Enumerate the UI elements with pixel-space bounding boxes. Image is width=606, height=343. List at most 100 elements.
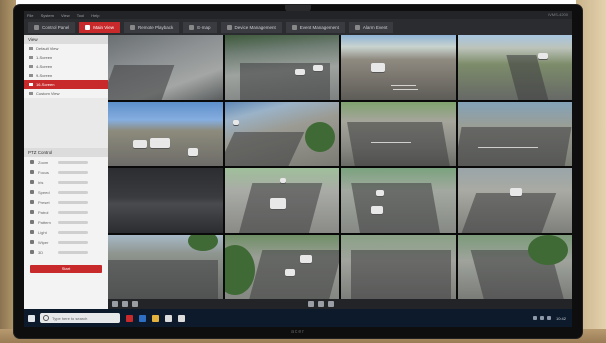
ivms-taskbar-icon[interactable] xyxy=(126,314,133,322)
title-bar: File System View Tool Help iVMS-4200 xyxy=(24,11,572,19)
camera-tile-4[interactable] xyxy=(457,35,572,100)
iris-icon xyxy=(30,180,34,184)
menu-tool[interactable]: Tool xyxy=(77,13,84,18)
mail-icon[interactable] xyxy=(178,314,185,322)
event-icon xyxy=(291,24,297,30)
ptz-row[interactable]: Iris xyxy=(24,177,108,187)
menu-system[interactable]: System xyxy=(41,13,54,18)
ptz-slider[interactable] xyxy=(58,200,88,204)
view-toolbar xyxy=(108,299,572,309)
control-panel-icon xyxy=(34,24,39,30)
camera-grid xyxy=(108,35,572,299)
camera-tile-11[interactable] xyxy=(341,168,456,233)
ptz-slider[interactable] xyxy=(58,190,88,194)
browser-icon[interactable] xyxy=(139,314,146,322)
record-icon[interactable] xyxy=(132,301,138,307)
view-panel-header[interactable]: View xyxy=(24,35,108,44)
save-view-icon[interactable] xyxy=(112,301,118,307)
ptz-row[interactable]: Light xyxy=(24,227,108,237)
start-icon[interactable] xyxy=(28,314,35,322)
fullscreen-icon[interactable] xyxy=(318,301,324,307)
wiper-icon xyxy=(30,240,34,244)
layout-icon[interactable] xyxy=(308,301,314,307)
preset-icon xyxy=(30,200,34,204)
camera-tile-15[interactable] xyxy=(341,234,456,299)
monitor-bezel: File System View Tool Help iVMS-4200 Con… xyxy=(14,5,582,338)
speed-icon xyxy=(30,190,34,194)
tab-remote-playback[interactable]: Remote Playback xyxy=(123,21,180,33)
ptz-row[interactable]: Patrol xyxy=(24,207,108,217)
ptz-slider[interactable] xyxy=(58,230,88,234)
ptz-row[interactable]: Zoom xyxy=(24,157,108,167)
store-icon[interactable] xyxy=(165,314,172,322)
tab-control-panel[interactable]: Control Panel xyxy=(28,21,76,33)
tree-item-4-screen[interactable]: 4-Screen xyxy=(24,62,108,71)
camera-tile-16[interactable] xyxy=(457,234,572,299)
menu-bar: File System View Tool Help xyxy=(24,13,102,18)
network-icon[interactable] xyxy=(532,316,537,320)
device-icon xyxy=(226,24,232,30)
camera-tile-10[interactable] xyxy=(224,168,339,233)
tree-item-16-screen[interactable]: 16-Screen xyxy=(24,80,108,89)
ptz-row[interactable]: Speed xyxy=(24,187,108,197)
ptz-row[interactable]: Preset xyxy=(24,197,108,207)
camera-tile-3[interactable] xyxy=(341,35,456,100)
playback-icon xyxy=(129,24,135,30)
tab-event-management[interactable]: Event Management xyxy=(285,21,345,33)
system-info: iVMS-4200 xyxy=(548,12,568,17)
camera-tile-6[interactable] xyxy=(224,101,339,166)
tab-e-map[interactable]: E-map xyxy=(183,21,217,33)
ptz-slider[interactable] xyxy=(58,170,88,174)
ptz-row[interactable]: 3D xyxy=(24,247,108,257)
tab-main-view[interactable]: Main View xyxy=(79,21,120,33)
clock[interactable]: 10:42 xyxy=(556,316,566,321)
search-placeholder: Type here to search xyxy=(52,315,88,321)
camera-tile-12[interactable] xyxy=(457,168,572,233)
ptz-slider[interactable] xyxy=(58,250,88,254)
stop-all-icon[interactable] xyxy=(328,301,334,307)
ptz-slider[interactable] xyxy=(58,180,88,184)
map-icon xyxy=(189,24,195,30)
menu-file[interactable]: File xyxy=(27,13,33,18)
camera-tile-5[interactable] xyxy=(108,101,223,166)
light-icon xyxy=(30,230,34,234)
menu-help[interactable]: Help xyxy=(91,13,99,18)
camera-tile-7[interactable] xyxy=(341,101,456,166)
left-panel: View Default View 1-Screen 4-Screen 9-Sc… xyxy=(24,35,108,327)
tab-device-management[interactable]: Device Management xyxy=(220,21,282,33)
menu-view[interactable]: View xyxy=(61,13,70,18)
camera-tile-8[interactable] xyxy=(457,101,572,166)
ptz-row[interactable]: Pattern xyxy=(24,217,108,227)
ptz-slider[interactable] xyxy=(58,210,88,214)
snapshot-icon[interactable] xyxy=(122,301,128,307)
volume-icon[interactable] xyxy=(539,316,544,320)
ptz-start-button[interactable]: Start xyxy=(30,265,102,273)
tree-item-1-screen[interactable]: 1-Screen xyxy=(24,53,108,62)
taskbar-search[interactable]: Type here to search xyxy=(40,313,120,323)
tree-item-default-view[interactable]: Default View xyxy=(24,44,108,53)
3d-zoom-icon xyxy=(30,250,34,254)
tree-item-9-screen[interactable]: 9-Screen xyxy=(24,71,108,80)
camera-tile-1[interactable] xyxy=(108,35,223,100)
ptz-slider[interactable] xyxy=(58,240,88,244)
alarm-icon xyxy=(354,24,360,30)
camera-tile-2[interactable] xyxy=(224,35,339,100)
pattern-icon xyxy=(30,220,34,224)
ptz-panel-header[interactable]: PTZ Control xyxy=(24,148,108,157)
camera-tile-9[interactable] xyxy=(108,168,223,233)
tab-alarm-event[interactable]: Alarm Event xyxy=(348,21,394,33)
monitor-brand-logo: acer xyxy=(291,329,305,335)
ptz-slider[interactable] xyxy=(58,160,88,164)
search-icon xyxy=(43,315,49,321)
folder-icon[interactable] xyxy=(152,314,159,322)
tab-bar: Control Panel Main View Remote Playback … xyxy=(24,19,572,36)
camera-tile-13[interactable] xyxy=(108,234,223,299)
ptz-row[interactable]: Focus xyxy=(24,167,108,177)
camera-tile-14[interactable] xyxy=(224,234,339,299)
taskbar: Type here to search 10:42 xyxy=(24,309,572,327)
ptz-row[interactable]: Wiper xyxy=(24,237,108,247)
ptz-slider[interactable] xyxy=(58,220,88,224)
tree-item-custom-view[interactable]: Custom View xyxy=(24,89,108,98)
notification-icon[interactable] xyxy=(546,316,551,320)
system-tray: 10:42 xyxy=(530,316,566,321)
